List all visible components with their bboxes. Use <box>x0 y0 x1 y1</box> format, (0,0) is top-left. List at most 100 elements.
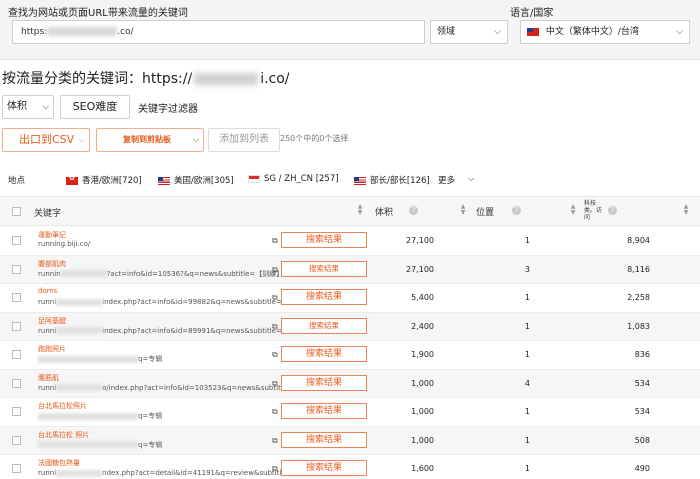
keyword-filter-button[interactable]: 关键字过滤器 <box>138 100 198 115</box>
add-to-list-button[interactable]: 添加到列表 <box>208 128 280 152</box>
serp-button[interactable]: 搜索结果 <box>281 317 367 334</box>
row-checkbox[interactable] <box>12 464 21 473</box>
external-link-icon[interactable]: ⧉ <box>272 436 278 446</box>
location-label: 地点 <box>8 176 26 186</box>
row-checkbox[interactable] <box>12 407 21 416</box>
language-select-value: 中文（繁体中文）/台湾 <box>545 27 639 37</box>
external-link-icon[interactable]: ⧉ <box>272 350 278 360</box>
keyword-link[interactable]: 台北馬拉松照片 <box>38 401 87 411</box>
keyword-link[interactable]: 台北馬拉松 照片 <box>38 430 89 440</box>
ranking-url[interactable]: runnin ?act=info&id=10536?&q=news&subtitl… <box>38 269 290 279</box>
url-input[interactable]: https: .co/ <box>12 20 425 44</box>
keyword-link[interactable]: 法國糖包熱量 <box>38 458 80 468</box>
external-link-icon[interactable]: ⧉ <box>272 293 278 303</box>
page-title: 按流量分类的关键词：https:// i.co/ <box>2 68 290 88</box>
serp-button[interactable]: 搜索结果 <box>281 460 367 476</box>
export-csv-button[interactable]: 出口到CSV ⌵ <box>2 128 90 152</box>
sort-icon[interactable]: ▲ ▼ <box>570 204 576 216</box>
external-link-icon[interactable]: ⧉ <box>272 265 278 275</box>
location-filter-sg[interactable]: SG / ZH_CN [257] <box>248 174 339 184</box>
position-value: 1 <box>524 435 530 445</box>
column-volume[interactable]: 体积 <box>375 205 393 218</box>
estimated-visits-value: 8,904 <box>627 236 650 245</box>
serp-button[interactable]: 搜索结果 <box>281 289 367 305</box>
serp-button[interactable]: 搜索结果 <box>281 232 367 248</box>
seo-difficulty-button[interactable]: SEO难度 <box>60 95 130 119</box>
estimated-visits-value: 8,116 <box>627 264 650 274</box>
keyword-link[interactable]: 鹰筋肌 <box>38 373 59 383</box>
volume-filter-label: 体积 <box>7 101 27 112</box>
external-link-icon[interactable]: ⧉ <box>272 407 278 417</box>
more-locations-button[interactable]: 更多 <box>438 174 455 186</box>
estimated-visits-value: 2,258 <box>627 293 650 302</box>
serp-button[interactable]: 搜索结果 <box>281 403 367 419</box>
table-row: 足阿基腱 runni index.php?act=info&id=89991&q=n… <box>0 312 700 341</box>
estimated-visits-value: 836 <box>634 350 650 359</box>
help-icon[interactable]: ? <box>512 206 521 215</box>
row-checkbox[interactable] <box>12 350 21 359</box>
row-checkbox[interactable] <box>12 321 21 331</box>
volume-value: 5,400 <box>411 293 434 302</box>
language-select[interactable]: 中文（繁体中文）/台湾 ⌵ <box>520 20 690 44</box>
volume-filter-button[interactable]: 体积 ⌵ <box>2 95 54 119</box>
us-flag-icon <box>354 176 366 185</box>
position-value: 3 <box>524 264 530 274</box>
keyword-link[interactable]: 腹部肌肉 <box>38 259 66 269</box>
external-link-icon[interactable]: ⧉ <box>272 322 278 332</box>
keyword-link[interactable]: 足阿基腱 <box>38 316 66 326</box>
keyword-link[interactable]: 跑跑照片 <box>38 344 66 354</box>
ranking-url[interactable]: q=专辑 <box>38 354 162 364</box>
external-link-icon[interactable]: ⧉ <box>272 379 278 389</box>
serp-button[interactable]: 搜索结果 <box>281 374 367 391</box>
hong-kong-flag-icon <box>66 174 78 185</box>
serp-button[interactable]: 搜索结果 <box>281 346 367 362</box>
ranking-url[interactable]: running.biji.co/ <box>38 240 90 248</box>
sort-icon[interactable]: ▲ ▼ <box>357 204 363 216</box>
ranking-url[interactable]: q=专辑 <box>38 411 162 421</box>
position-value: 1 <box>524 464 530 473</box>
domain-select-value: 领域 <box>437 27 456 37</box>
row-checkbox[interactable] <box>12 293 21 302</box>
keyword-link[interactable]: 運動筆記 <box>38 230 66 240</box>
chevron-down-icon: ⌵ <box>494 27 501 37</box>
chevron-down-icon[interactable]: ⌵ <box>468 174 474 184</box>
estimated-visits-value: 534 <box>634 407 650 416</box>
keyword-link[interactable]: doms <box>38 287 57 295</box>
column-estimated-visits[interactable]: 科技类。访问 <box>584 200 606 221</box>
url-redaction <box>56 298 103 306</box>
help-icon[interactable]: ? <box>409 206 418 215</box>
volume-value: 2,400 <box>411 321 434 331</box>
row-checkbox[interactable] <box>12 236 21 245</box>
chevron-down-icon: ⌵ <box>78 135 85 144</box>
volume-value: 1,900 <box>411 350 434 359</box>
column-keyword[interactable]: 关键字 <box>34 206 61 219</box>
domain-redaction <box>194 73 259 85</box>
position-value: 1 <box>524 407 530 416</box>
url-value-start: https: <box>21 27 48 37</box>
url-redaction <box>47 27 118 36</box>
serp-button[interactable]: 搜索结果 <box>281 260 367 277</box>
external-link-icon[interactable]: ⧉ <box>272 464 278 474</box>
serp-button[interactable]: 搜索结果 <box>281 431 367 448</box>
position-value: 1 <box>524 350 530 359</box>
estimated-visits-value: 534 <box>634 378 650 388</box>
external-link-icon[interactable]: ⧉ <box>272 236 278 246</box>
sort-icon[interactable]: ▲ ▼ <box>460 204 466 216</box>
sort-icon[interactable]: ▲ ▼ <box>683 204 689 216</box>
row-checkbox[interactable] <box>12 435 21 445</box>
domain-select[interactable]: 领域 ⌵ <box>430 20 508 44</box>
location-filter-min[interactable]: 部长/部长[126] <box>354 174 430 186</box>
copy-clipboard-button[interactable]: 复制到剪贴板 ⌵ <box>96 128 204 152</box>
location-filter-hk[interactable]: 香港/欧洲[720] <box>66 174 142 186</box>
help-icon[interactable]: ? <box>608 206 617 215</box>
select-all-checkbox[interactable] <box>12 207 21 216</box>
row-checkbox[interactable] <box>12 378 21 388</box>
volume-value: 1,000 <box>411 378 434 388</box>
position-value: 1 <box>524 321 530 331</box>
ranking-url[interactable]: q=专辑 <box>38 440 162 450</box>
find-label: 查找为网站或页面URL带来流量的关键词 <box>8 8 188 19</box>
location-filter-us[interactable]: 美国/欧洲[305] <box>158 174 234 186</box>
column-position[interactable]: 位置 <box>476 205 494 218</box>
search-panel: 查找为网站或页面URL带来流量的关键词 语言/国家 https: .co/ 领域 … <box>0 0 700 60</box>
row-checkbox[interactable] <box>12 264 21 274</box>
